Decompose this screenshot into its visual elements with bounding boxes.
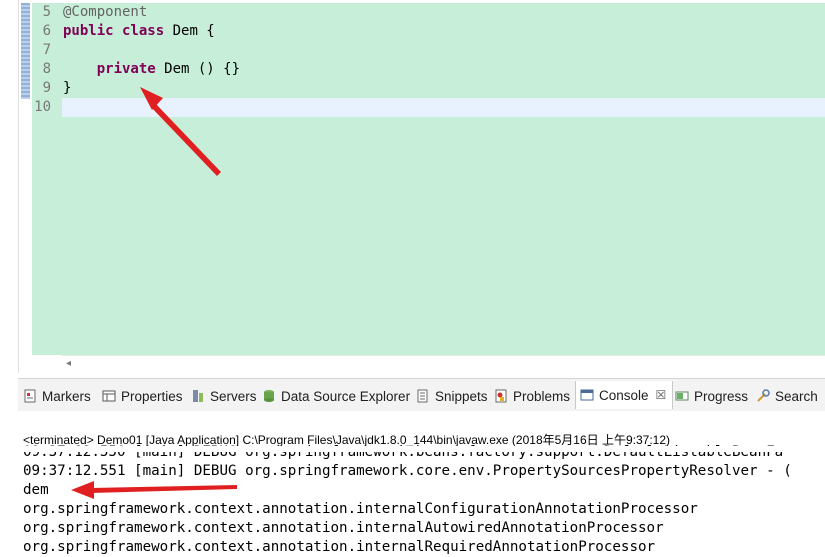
console-line[interactable]: 09:37:12.551 [main] DEBUG org.springfram… xyxy=(23,462,792,481)
tab-search[interactable]: Search xyxy=(756,385,818,407)
line-number: 10 xyxy=(34,99,51,115)
line-number: 5 xyxy=(42,4,51,20)
console-clip xyxy=(18,446,825,452)
search-icon xyxy=(756,389,770,403)
close-icon[interactable]: ☒ xyxy=(656,388,667,402)
keyword: private xyxy=(96,61,156,77)
code-line-constructor[interactable]: private Dem () {} xyxy=(63,60,240,79)
console-line[interactable]: org.springframework.context.annotation.i… xyxy=(23,500,698,519)
tab-label: Data Source Explorer xyxy=(281,388,411,404)
tab-label: Properties xyxy=(121,388,183,404)
keyword: public class xyxy=(63,23,165,39)
code-line-annotation[interactable]: @Component xyxy=(63,3,147,22)
tab-progress[interactable]: Progress xyxy=(675,385,748,407)
tab-label: Servers xyxy=(210,388,257,404)
tab-label: Markers xyxy=(42,388,91,404)
console-line[interactable]: org.springframework.context.annotation.i… xyxy=(23,538,655,557)
line-number: 7 xyxy=(42,42,51,58)
tab-servers[interactable]: Servers xyxy=(191,385,257,407)
tab-label: Problems xyxy=(513,388,571,404)
view-tab-bar: Markers Properties Servers Data Source E… xyxy=(18,378,825,412)
code-line-close-brace[interactable]: } xyxy=(63,79,71,98)
line-number: 9 xyxy=(42,80,51,96)
snippets-icon xyxy=(416,389,430,403)
tab-console[interactable]: Console ☒ xyxy=(575,381,674,409)
tab-snippets[interactable]: Snippets xyxy=(416,385,488,407)
code-editor[interactable]: 5 6 7 8 9 10 @Component public class Dem… xyxy=(0,0,825,374)
tab-label: Progress xyxy=(694,388,749,404)
tab-label: Console xyxy=(599,387,649,403)
code-area[interactable] xyxy=(62,3,825,355)
tab-label: Search xyxy=(775,388,818,404)
data-source-icon xyxy=(262,389,276,403)
tab-markers[interactable]: Markers xyxy=(23,385,91,407)
scroll-left-icon[interactable]: ◂ xyxy=(66,358,71,369)
console-icon xyxy=(580,388,594,402)
change-ruler xyxy=(21,3,30,99)
servers-icon xyxy=(191,389,205,403)
tab-problems[interactable]: Problems xyxy=(494,385,570,407)
tab-label: Snippets xyxy=(435,388,488,404)
tab-properties[interactable]: Properties xyxy=(102,385,183,407)
code-text: Dem () {} xyxy=(155,61,241,77)
markers-icon xyxy=(23,389,37,403)
code-text: Dem { xyxy=(164,23,215,39)
tab-data-source-explorer[interactable]: Data Source Explorer xyxy=(262,385,410,407)
properties-icon xyxy=(102,389,116,403)
console-line[interactable]: org.springframework.context.annotation.i… xyxy=(23,519,664,538)
editor-left-strip xyxy=(0,0,19,373)
code-line-class-decl[interactable]: public class Dem { xyxy=(63,22,215,41)
progress-icon xyxy=(675,389,689,403)
current-line-highlight xyxy=(62,98,825,117)
line-number: 6 xyxy=(42,23,51,39)
horizontal-scrollbar[interactable]: ◂ xyxy=(62,355,825,374)
line-number: 8 xyxy=(42,61,51,77)
console-line[interactable]: dem xyxy=(23,481,49,500)
problems-icon xyxy=(494,389,508,403)
